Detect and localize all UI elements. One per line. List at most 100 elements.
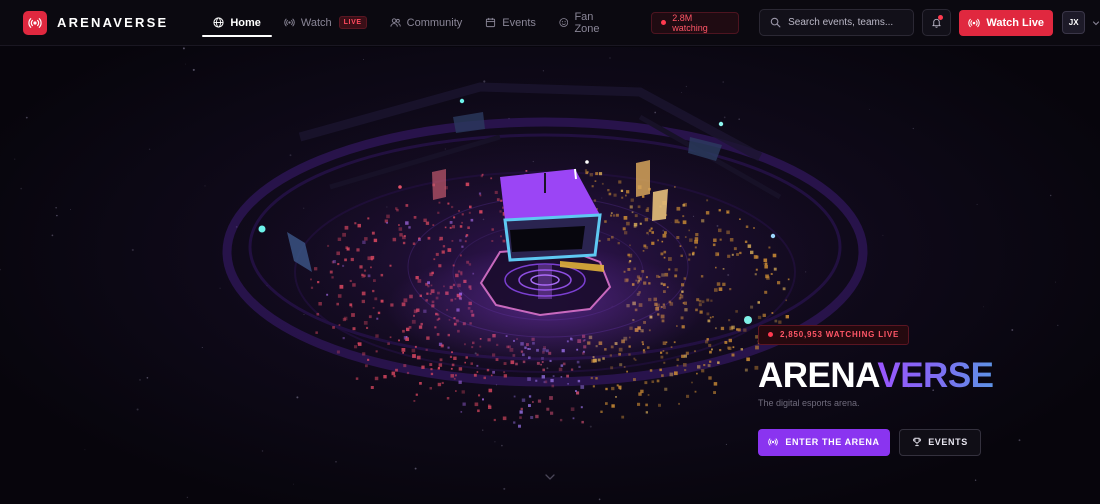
- nav-item-home[interactable]: Home: [202, 0, 272, 46]
- crowd-pixel: [658, 403, 661, 407]
- crowd-pixel: [559, 418, 563, 422]
- crowd-pixel: [757, 315, 762, 320]
- crowd-pixel: [546, 407, 550, 411]
- crowd-pixel: [380, 273, 384, 277]
- crowd-pixel: [345, 246, 349, 249]
- star: [296, 396, 299, 399]
- chevron-down-icon[interactable]: [1092, 19, 1100, 27]
- crowd-pixel: [447, 248, 452, 252]
- crowd-pixel: [478, 394, 481, 397]
- events-label: EVENTS: [928, 437, 968, 447]
- crowd-pixel: [314, 267, 318, 271]
- nav-item-events[interactable]: Events: [474, 0, 547, 46]
- crowd-pixel: [474, 402, 479, 407]
- crowd-pixel: [592, 385, 595, 388]
- crowd-pixel: [589, 173, 593, 177]
- crowd-pixel: [615, 396, 617, 398]
- nav-item-community[interactable]: Community: [379, 0, 474, 46]
- crowd-pixel: [464, 361, 466, 364]
- star: [363, 59, 365, 61]
- crowd-pixel: [370, 386, 374, 389]
- star: [501, 444, 503, 447]
- crowd-pixel: [518, 424, 521, 428]
- crowd-pixel: [718, 287, 723, 291]
- crowd-pixel: [550, 378, 554, 383]
- crowd-pixel: [453, 216, 456, 219]
- crowd-pixel: [621, 415, 625, 419]
- star: [685, 85, 688, 88]
- crowd-pixel: [361, 299, 365, 304]
- search-box[interactable]: [759, 9, 914, 36]
- crowd-pixel: [373, 279, 376, 282]
- crowd-pixel: [398, 339, 400, 342]
- crowd-pixel: [739, 251, 742, 255]
- crowd-pixel: [722, 268, 725, 270]
- crowd-pixel: [460, 411, 463, 413]
- crowd-pixel: [590, 376, 593, 380]
- crowd-pixel: [432, 224, 435, 226]
- broadcast-icon: [23, 10, 47, 35]
- crowd-pixel: [684, 369, 687, 372]
- crowd-pixel: [558, 367, 563, 372]
- crowd-pixel: [731, 353, 735, 357]
- search-input[interactable]: [788, 17, 909, 28]
- crowd-pixel: [621, 196, 624, 199]
- star: [722, 81, 724, 83]
- crowd-pixel: [405, 204, 409, 207]
- crowd-pixel: [664, 231, 667, 234]
- crowd-pixel: [365, 364, 368, 368]
- nav-item-fan-zone[interactable]: Fan Zone: [548, 0, 626, 46]
- crowd-pixel: [442, 245, 446, 248]
- enter-arena-button[interactable]: ENTER THE ARENA: [758, 428, 890, 456]
- star: [414, 467, 417, 470]
- crowd-pixel: [503, 374, 507, 378]
- crowd-pixel: [629, 244, 631, 247]
- star: [974, 479, 977, 481]
- users-icon: [390, 18, 401, 27]
- crowd-pixel: [626, 190, 630, 194]
- crowd-pixel: [619, 363, 623, 367]
- crowd-pixel: [461, 221, 463, 224]
- crowd-pixel: [500, 235, 502, 238]
- brand[interactable]: ARENAVERSE: [23, 10, 168, 35]
- crowd-pixel: [762, 313, 766, 317]
- star: [146, 376, 149, 379]
- star: [14, 158, 16, 160]
- crowd-pixel: [483, 376, 486, 380]
- crowd-pixel: [310, 278, 312, 281]
- crowd-pixel: [458, 210, 460, 212]
- crowd-pixel: [368, 315, 372, 319]
- crowd-pixel: [364, 269, 367, 272]
- crowd-pixel: [595, 172, 599, 176]
- crowd-pixel: [396, 208, 399, 212]
- crowd-pixel: [354, 345, 358, 349]
- crowd-pixel: [363, 321, 368, 325]
- crowd-pixel: [398, 224, 400, 226]
- scroll-down-icon[interactable]: [544, 468, 556, 486]
- crowd-pixel: [601, 182, 604, 185]
- crowd-pixel: [649, 369, 653, 372]
- crowd-pixel: [502, 416, 507, 421]
- crowd-pixel: [362, 240, 366, 244]
- crowd-pixel: [356, 248, 360, 252]
- watch-live-button[interactable]: Watch Live: [959, 9, 1054, 36]
- crowd-pixel: [733, 247, 737, 251]
- nav-item-watch[interactable]: Watch LIVE: [273, 0, 378, 46]
- crowd-pixel: [429, 387, 432, 390]
- crowd-pixel: [651, 241, 655, 245]
- crowd-pixel: [367, 274, 371, 278]
- crowd-pixel: [461, 390, 465, 394]
- crowd-pixel: [344, 258, 347, 262]
- crowd-pixel: [339, 284, 344, 289]
- crowd-pixel: [600, 410, 603, 413]
- avatar[interactable]: JX: [1062, 11, 1085, 34]
- crowd-pixel: [641, 195, 645, 198]
- notifications-button[interactable]: [921, 9, 952, 36]
- crowd-pixel: [490, 374, 493, 377]
- crowd-pixel: [731, 253, 734, 256]
- events-button[interactable]: EVENTS: [899, 428, 981, 456]
- live-viewer-count: 2,850,953 WATCHING LIVE: [758, 324, 910, 345]
- crowd-pixel: [626, 221, 630, 226]
- crowd-pixel: [315, 331, 318, 334]
- crowd-pixel: [412, 242, 416, 245]
